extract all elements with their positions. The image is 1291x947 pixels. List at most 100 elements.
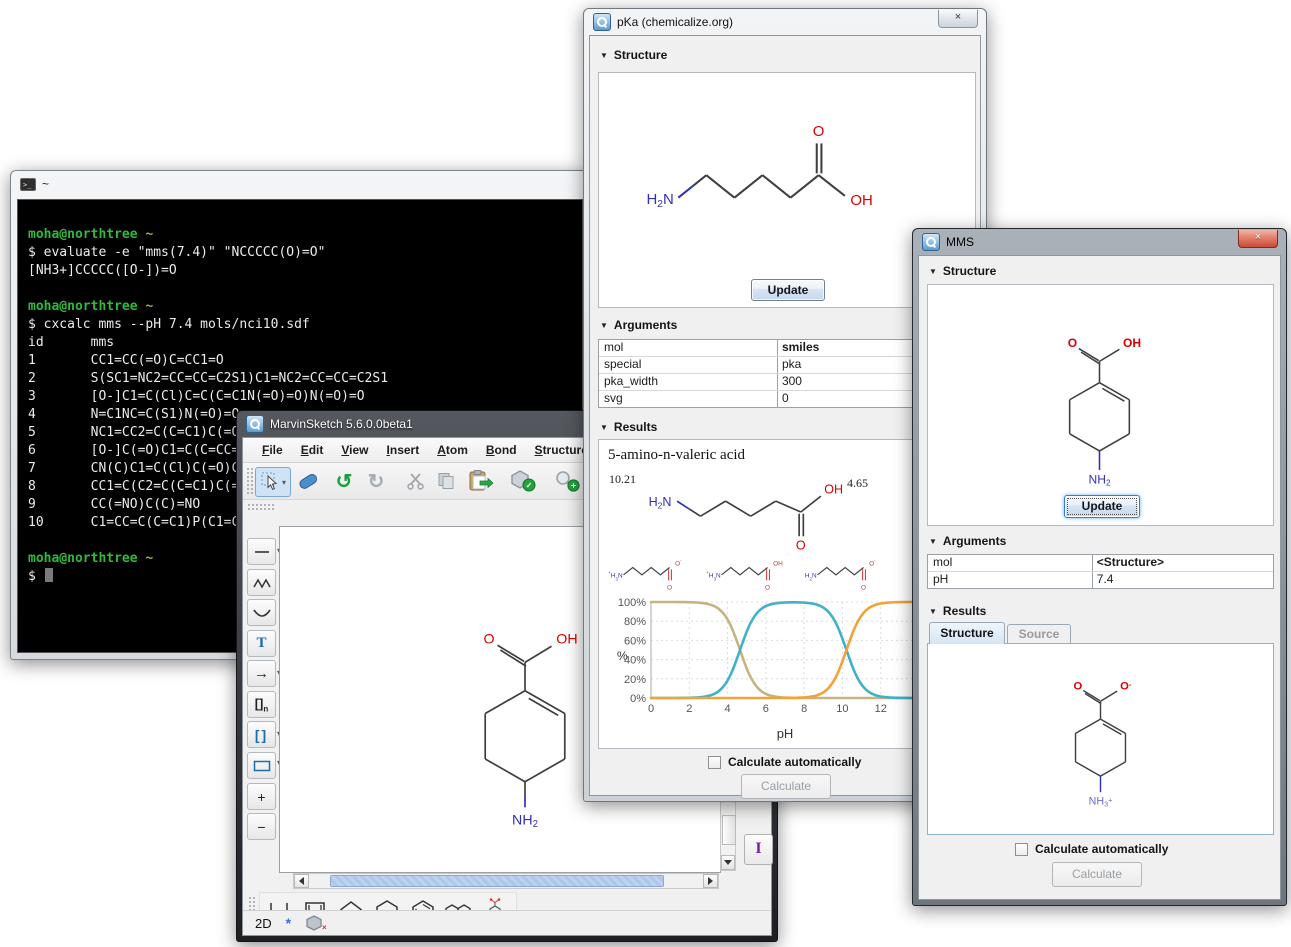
hscroll-right-button[interactable]	[703, 874, 718, 888]
table-row[interactable]: mol<Structure>	[928, 555, 1273, 572]
collapse-arrow-icon: ▼	[600, 51, 608, 60]
carbonyl-o-label: O	[1068, 336, 1077, 350]
vscroll-down-button[interactable]	[721, 855, 735, 870]
pka-value-amine: 10.21	[609, 472, 636, 487]
freehand-curve-tool-button[interactable]	[247, 599, 276, 626]
mms-update-button[interactable]: Update	[1064, 495, 1140, 518]
calculate-automatically-label: Calculate automatically	[1035, 842, 1168, 856]
menu-file[interactable]: File	[253, 440, 292, 460]
svg-text:4: 4	[725, 703, 731, 715]
mms-arguments-table[interactable]: mol<Structure> pH7.4	[927, 554, 1274, 589]
freehand-curve-icon	[252, 605, 272, 621]
single-bond-tool-button[interactable]	[247, 538, 276, 565]
svg-text:40%: 40%	[624, 655, 646, 667]
menu-view[interactable]: View	[332, 440, 377, 460]
brackets-tool-button[interactable]: []	[247, 721, 276, 748]
select-dropdown-caret[interactable]: ▾	[282, 478, 286, 487]
dimension-indicator[interactable]: 2D	[255, 916, 272, 931]
scroll-right-icon	[708, 877, 713, 885]
o-minus-label: O-	[675, 558, 682, 568]
compound-name: 5-amino-n-valeric acid	[608, 447, 745, 464]
calculate-automatically-checkbox[interactable]	[708, 756, 721, 769]
canvas-hscrollbar[interactable]	[293, 873, 719, 889]
insert-panel-button[interactable]: I	[744, 834, 773, 865]
mms-arguments-header-label: Arguments	[943, 534, 1006, 548]
marvin-statusbar: 2D * ×	[243, 910, 771, 935]
menu-edit[interactable]: Edit	[292, 440, 333, 460]
repeating-group-tool-button[interactable]: []n	[247, 691, 276, 718]
pka-calculate-button[interactable]: Calculate	[741, 774, 831, 799]
mms-results-panel[interactable]: O O- NH3+	[927, 643, 1274, 835]
mms-window-icon	[922, 233, 940, 251]
left-toolbar-drag-handle[interactable]	[247, 503, 275, 510]
pka-structure-header[interactable]: ▼ Structure	[600, 48, 667, 62]
svg-text:2: 2	[686, 703, 692, 715]
hscrollbar-thumb[interactable]	[330, 875, 664, 887]
table-row[interactable]: pH7.4	[928, 572, 1273, 588]
o-label: O	[765, 585, 770, 592]
increase-charge-button[interactable]: +	[247, 783, 276, 810]
redo-button[interactable]: ↻	[361, 467, 391, 495]
mms-window[interactable]: MMS × ▼ Structure	[912, 228, 1287, 906]
mms-titlebar[interactable]: MMS	[913, 229, 1286, 255]
paste-button[interactable]	[463, 467, 497, 495]
svg-text:8: 8	[801, 703, 807, 715]
h2n-label: H2N	[805, 573, 817, 582]
calculate-automatically-checkbox[interactable]	[1015, 843, 1028, 856]
copy-button[interactable]	[431, 467, 461, 495]
chart-x-axis-label: pH	[777, 726, 794, 741]
cut-button[interactable]	[401, 467, 431, 495]
brackets-icon: []	[255, 727, 268, 743]
undo-button[interactable]: ↺	[329, 467, 359, 495]
scroll-left-icon	[299, 877, 304, 885]
pka-titlebar[interactable]: pKa (chemicalize.org)	[584, 9, 986, 35]
select-rectangle-icon	[260, 471, 282, 493]
mms-arguments-header[interactable]: ▼ Arguments	[929, 534, 1006, 548]
paste-icon	[467, 469, 493, 493]
menu-atom[interactable]: Atom	[428, 440, 477, 460]
terminal-icon: >_	[20, 178, 36, 191]
repeating-group-icon: []n	[255, 696, 269, 714]
svg-text:80%: 80%	[624, 616, 646, 628]
hydroxyl-label: OH	[1123, 336, 1141, 350]
structure-checker-status-icon[interactable]: ×	[305, 914, 327, 932]
select-rectangle-button[interactable]: ▾	[255, 467, 291, 497]
terminal-title: ~	[42, 177, 49, 191]
cut-icon	[406, 471, 426, 491]
pka-results-header[interactable]: ▼ Results	[600, 420, 657, 434]
hscroll-left-button[interactable]	[294, 874, 309, 888]
toolbar-drag-handle[interactable]	[246, 467, 253, 495]
terminal-titlebar[interactable]: >_ ~	[11, 171, 589, 197]
pka-arguments-header[interactable]: ▼ Arguments	[600, 318, 677, 332]
pka-close-button[interactable]: ×	[938, 10, 978, 28]
tab-source[interactable]: Source	[1007, 624, 1071, 644]
copy-icon	[436, 471, 456, 491]
menu-insert[interactable]: Insert	[378, 440, 429, 460]
menu-bond[interactable]: Bond	[477, 440, 526, 460]
i-panel-icon: I	[755, 840, 761, 857]
mms-results-header[interactable]: ▼ Results	[929, 604, 986, 618]
mms-structure-panel[interactable]: O OH NH2 Update	[927, 284, 1274, 526]
chain-tool-button[interactable]	[247, 569, 276, 596]
eraser-button[interactable]	[293, 467, 323, 495]
mms-close-button[interactable]: ×	[1238, 230, 1278, 248]
text-tool-button[interactable]: T	[247, 630, 276, 657]
pka-update-button[interactable]: Update	[751, 279, 825, 301]
zoom-in-button[interactable]: +	[549, 467, 585, 495]
chain-icon	[252, 575, 272, 591]
o-label: O	[667, 585, 672, 592]
svg-text:+: +	[571, 481, 576, 491]
o-minus-label: O-	[869, 558, 876, 568]
tab-structure[interactable]: Structure	[929, 622, 1005, 644]
vscrollbar-thumb[interactable]	[722, 815, 736, 845]
collapse-arrow-icon: ▼	[600, 423, 608, 432]
decrease-charge-button[interactable]: −	[247, 813, 276, 840]
mms-window-title: MMS	[946, 235, 974, 249]
reaction-arrow-tool-button[interactable]: →	[247, 660, 276, 687]
svg-text:12: 12	[875, 703, 887, 715]
collapse-arrow-icon: ▼	[929, 267, 937, 276]
mms-structure-header[interactable]: ▼ Structure	[929, 264, 996, 278]
mms-calculate-button[interactable]: Calculate	[1052, 862, 1142, 887]
check-structure-button[interactable]: ✓	[505, 467, 541, 495]
rectangle-tool-button[interactable]	[247, 752, 276, 779]
